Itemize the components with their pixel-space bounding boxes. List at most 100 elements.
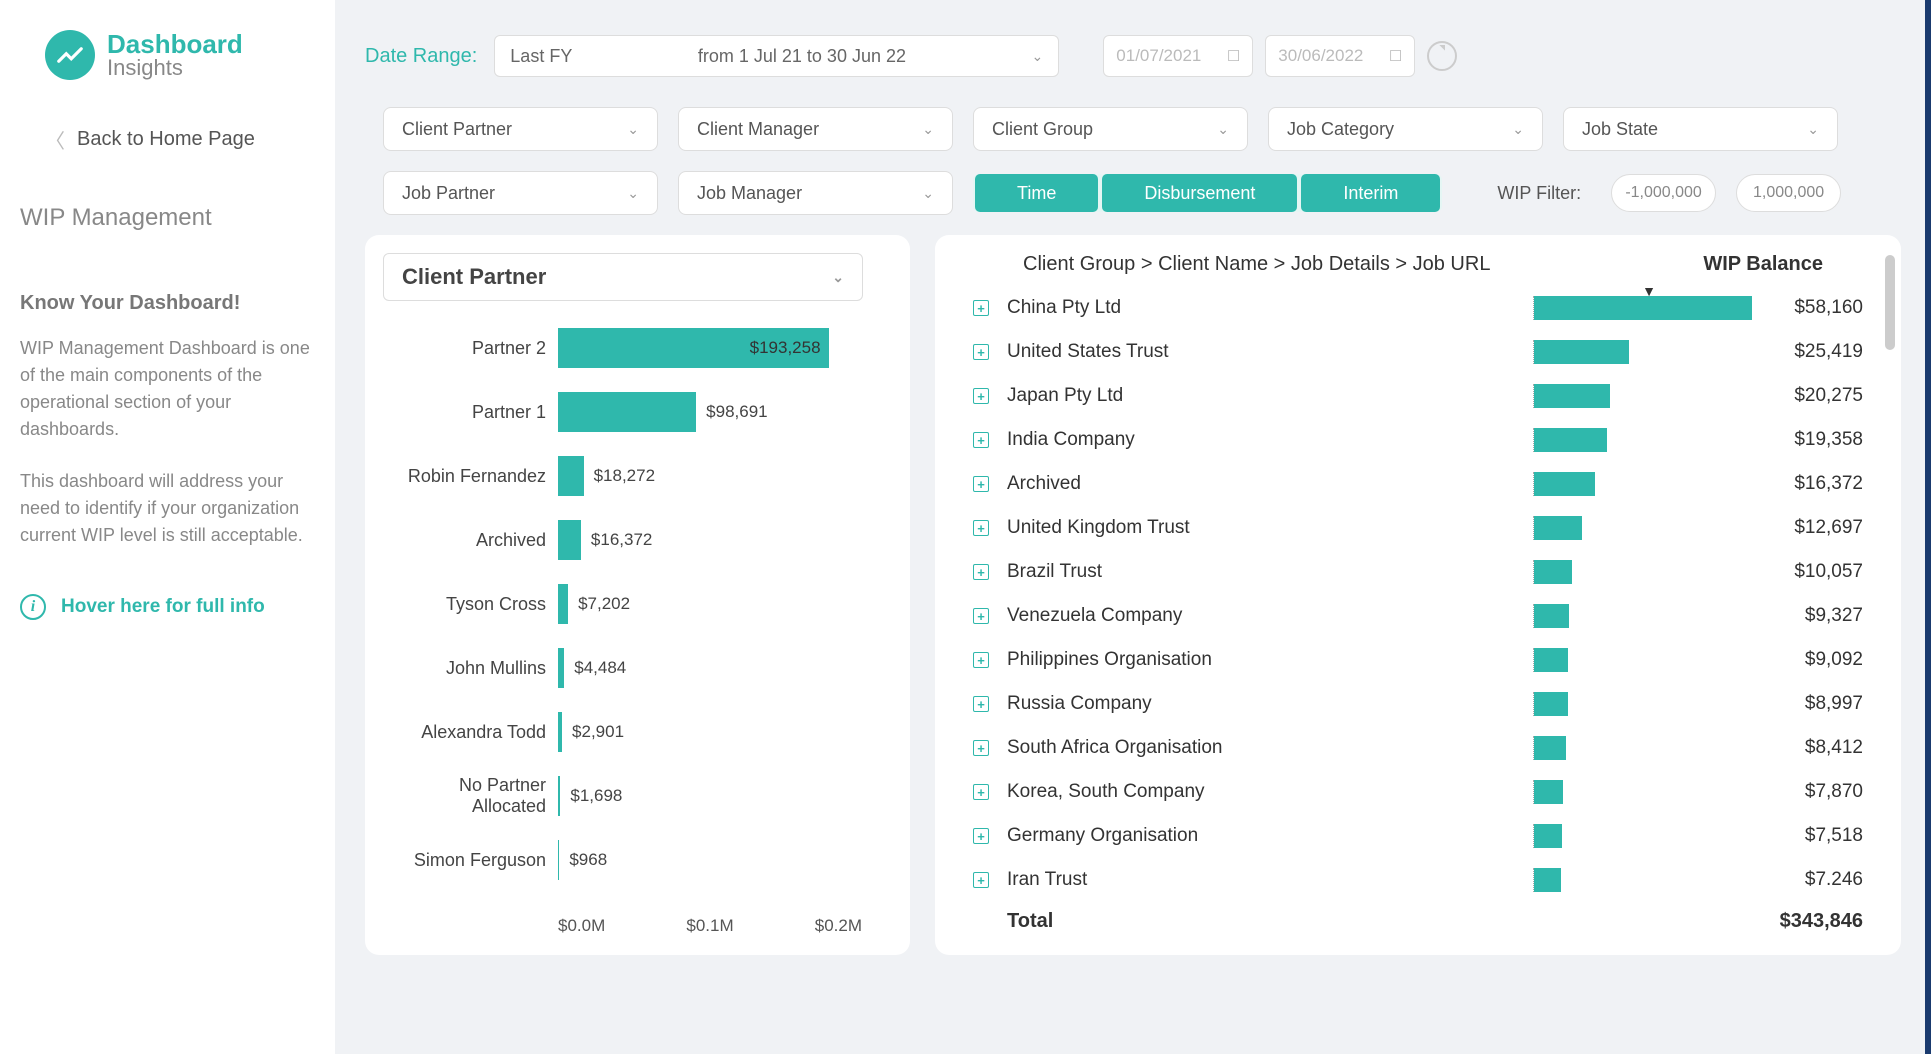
partner-chart-panel: Client Partner ⌄ Partner 2$193,258Partne… bbox=[365, 235, 910, 955]
bar-value: $2,901 bbox=[572, 722, 624, 742]
toggle-disbursement[interactable]: Disbursement bbox=[1102, 174, 1297, 212]
bar-fill[interactable] bbox=[558, 392, 696, 432]
client-group-name[interactable]: Russia Company bbox=[1007, 693, 1533, 715]
chevron-down-icon: ⌄ bbox=[922, 185, 934, 202]
client-group-name[interactable]: South Africa Organisation bbox=[1007, 737, 1533, 759]
expand-icon[interactable]: + bbox=[973, 300, 989, 316]
wip-balance-column-header[interactable]: WIP Balance bbox=[1703, 253, 1823, 276]
know-paragraph-2: This dashboard will address your need to… bbox=[20, 468, 315, 549]
wip-balance-rows: + China Pty Ltd $58,160 + United States Trus… bbox=[953, 286, 1883, 902]
toggle-interim[interactable]: Interim bbox=[1301, 174, 1440, 212]
bar-fill[interactable] bbox=[1534, 340, 1629, 364]
date-to-value: 30/06/2022 bbox=[1278, 46, 1363, 66]
client-group-name[interactable]: Philippines Organisation bbox=[1007, 649, 1533, 671]
scrollbar[interactable] bbox=[1885, 255, 1895, 350]
date-from-input[interactable]: 01/07/2021 ☐ bbox=[1103, 35, 1253, 77]
bar-fill[interactable] bbox=[1534, 648, 1568, 672]
expand-icon[interactable]: + bbox=[973, 608, 989, 624]
bar-fill[interactable] bbox=[558, 648, 564, 688]
total-row: Total $343,846 bbox=[953, 902, 1883, 933]
bar-fill[interactable] bbox=[1534, 296, 1752, 320]
partner-chart-selector[interactable]: Client Partner ⌄ bbox=[383, 253, 863, 301]
bar-fill[interactable] bbox=[1534, 428, 1607, 452]
bar-fill[interactable] bbox=[558, 712, 562, 752]
bar-fill[interactable]: $193,258 bbox=[558, 328, 829, 368]
wip-filter-min-input[interactable] bbox=[1611, 174, 1716, 212]
bar-value: $16,372 bbox=[591, 530, 652, 550]
bar-fill[interactable] bbox=[1534, 692, 1568, 716]
expand-icon[interactable]: + bbox=[973, 432, 989, 448]
wip-balance-panel: Client Group > Client Name > Job Details… bbox=[935, 235, 1901, 955]
bar-fill[interactable] bbox=[1534, 824, 1562, 848]
client-group-name[interactable]: Brazil Trust bbox=[1007, 561, 1533, 583]
client-group-name[interactable]: United States Trust bbox=[1007, 341, 1533, 363]
filter-job-category[interactable]: Job Category⌄ bbox=[1268, 107, 1543, 151]
toggle-time[interactable]: Time bbox=[975, 174, 1098, 212]
client-group-name[interactable]: Iran Trust bbox=[1007, 869, 1533, 891]
expand-icon[interactable]: + bbox=[973, 828, 989, 844]
bar-fill[interactable] bbox=[1534, 868, 1561, 892]
bar-fill[interactable] bbox=[558, 456, 584, 496]
table-row: +Iran Trust$7.246 bbox=[973, 858, 1863, 902]
axis-tick: $0.1M bbox=[686, 916, 733, 936]
back-to-home-link[interactable]: 〈 Back to Home Page bbox=[20, 115, 315, 164]
expand-icon[interactable]: + bbox=[973, 564, 989, 580]
wip-filter-max-input[interactable] bbox=[1736, 174, 1841, 212]
client-group-name[interactable]: United Kingdom Trust bbox=[1007, 517, 1533, 539]
axis-tick: $0.2M bbox=[815, 916, 862, 936]
bar-fill[interactable] bbox=[1534, 472, 1595, 496]
chevron-left-icon: 〈 bbox=[45, 125, 65, 154]
client-group-name[interactable]: Archived bbox=[1007, 473, 1533, 495]
wip-balance-value: $58,160 bbox=[1753, 297, 1863, 319]
expand-icon[interactable]: + bbox=[973, 740, 989, 756]
bar-fill[interactable] bbox=[558, 776, 560, 816]
table-row: +Korea, South Company$7,870 bbox=[973, 770, 1863, 814]
bar-category-label: Alexandra Todd bbox=[383, 722, 558, 743]
filter-job-state[interactable]: Job State⌄ bbox=[1563, 107, 1838, 151]
filter-client-partner[interactable]: Client Partner⌄ bbox=[383, 107, 658, 151]
chevron-down-icon: ⌄ bbox=[1807, 121, 1819, 138]
filter-client-group[interactable]: Client Group⌄ bbox=[973, 107, 1248, 151]
date-to-input[interactable]: 30/06/2022 ☐ bbox=[1265, 35, 1415, 77]
bar-value: $98,691 bbox=[706, 402, 767, 422]
filter-client-manager[interactable]: Client Manager⌄ bbox=[678, 107, 953, 151]
table-row: + China Pty Ltd $58,160 bbox=[973, 286, 1863, 330]
bar-fill[interactable] bbox=[1534, 780, 1563, 804]
filter-job-partner[interactable]: Job Partner⌄ bbox=[383, 171, 658, 215]
bar-value: $4,484 bbox=[574, 658, 626, 678]
date-range-preset-select[interactable]: Last FY from 1 Jul 21 to 30 Jun 22 ⌄ bbox=[494, 35, 1059, 77]
bar-value: $7,202 bbox=[578, 594, 630, 614]
bar-fill[interactable] bbox=[1534, 560, 1572, 584]
bar-fill[interactable] bbox=[1534, 384, 1610, 408]
bar-fill[interactable] bbox=[1534, 516, 1582, 540]
filter-job-manager[interactable]: Job Manager⌄ bbox=[678, 171, 953, 215]
refresh-icon[interactable] bbox=[1427, 41, 1457, 71]
expand-icon[interactable]: + bbox=[973, 872, 989, 888]
client-group-name[interactable]: India Company bbox=[1007, 429, 1533, 451]
hover-info-trigger[interactable]: i Hover here for full info bbox=[20, 594, 315, 620]
bar-fill[interactable] bbox=[558, 584, 568, 624]
expand-icon[interactable]: + bbox=[973, 476, 989, 492]
bar-category-label: No Partner Allocated bbox=[383, 775, 558, 817]
bar-fill[interactable] bbox=[1534, 736, 1566, 760]
wip-balance-value: $25,419 bbox=[1753, 341, 1863, 363]
bar-fill[interactable] bbox=[1534, 604, 1569, 628]
expand-icon[interactable]: + bbox=[973, 344, 989, 360]
total-label: Total bbox=[1007, 910, 1753, 933]
client-group-name[interactable]: China Pty Ltd bbox=[1007, 297, 1533, 319]
expand-icon[interactable]: + bbox=[973, 520, 989, 536]
bar-fill[interactable] bbox=[558, 840, 559, 880]
expand-icon[interactable]: + bbox=[973, 652, 989, 668]
client-group-name[interactable]: Germany Organisation bbox=[1007, 825, 1533, 847]
table-row: +Russia Company$8,997 bbox=[973, 682, 1863, 726]
expand-icon[interactable]: + bbox=[973, 784, 989, 800]
bar-fill[interactable] bbox=[558, 520, 581, 560]
client-group-name[interactable]: Japan Pty Ltd bbox=[1007, 385, 1533, 407]
table-row: +Archived$16,372 bbox=[973, 462, 1863, 506]
client-group-name[interactable]: Venezuela Company bbox=[1007, 605, 1533, 627]
chart-bar-row: John Mullins$4,484 bbox=[383, 636, 892, 700]
expand-icon[interactable]: + bbox=[973, 388, 989, 404]
main-content: Date Range: Last FY from 1 Jul 21 to 30 … bbox=[335, 0, 1931, 1054]
client-group-name[interactable]: Korea, South Company bbox=[1007, 781, 1533, 803]
expand-icon[interactable]: + bbox=[973, 696, 989, 712]
